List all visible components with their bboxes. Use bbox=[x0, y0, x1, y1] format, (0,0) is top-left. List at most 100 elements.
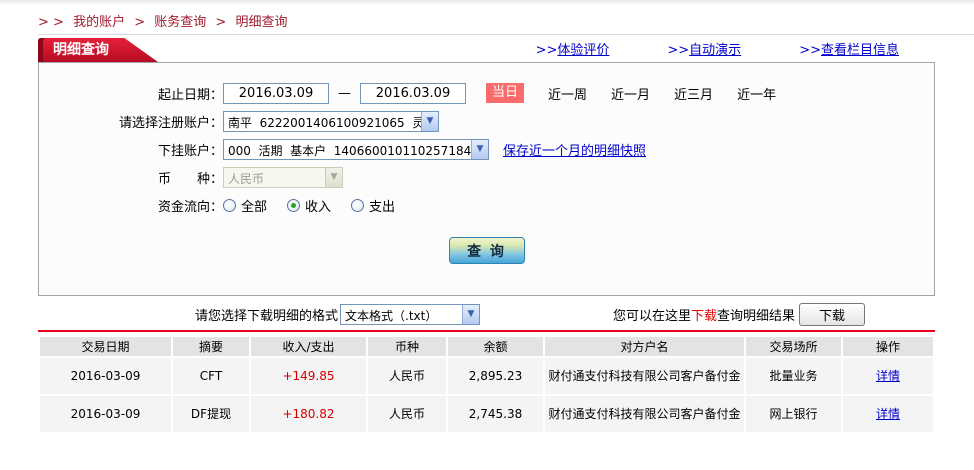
cell-amount: +180.82 bbox=[251, 396, 366, 432]
cell-amount: +149.85 bbox=[251, 358, 366, 394]
link-prefix: >> bbox=[667, 43, 690, 58]
download-hint-after: 查询明细结果 bbox=[716, 308, 795, 324]
header-amount: 收入/支出 bbox=[251, 337, 366, 356]
cell-place: 批量业务 bbox=[746, 358, 841, 394]
flow-option-label: 收入 bbox=[305, 199, 332, 215]
flow-option-label: 全部 bbox=[241, 199, 268, 215]
register-account-select[interactable]: 南平 6222001406100921065 灵通卡 ▼ bbox=[223, 110, 439, 132]
breadcrumb-prefix: > > bbox=[38, 15, 64, 30]
chevron-down-icon: ▼ bbox=[462, 304, 480, 324]
date-range-row: 起止日期： — 当日 近一周 近一月 近三月 近一年 bbox=[39, 79, 934, 107]
chevron-down-icon: ▼ bbox=[421, 111, 438, 131]
cell-balance: 2,895.23 bbox=[448, 358, 543, 394]
header-action: 操作 bbox=[843, 337, 933, 356]
chevron-down-icon: ▼ bbox=[325, 167, 342, 187]
download-row: 请您选择下载明细的格式 文本格式（.txt） ▼ 您可以在这里 下载 查询明细结果 … bbox=[38, 302, 935, 326]
quick-range-quarter[interactable]: 近三月 bbox=[674, 84, 713, 103]
radio-icon[interactable] bbox=[223, 198, 236, 212]
flow-label: 资金流向： bbox=[157, 199, 223, 215]
link-prefix: >> bbox=[799, 43, 821, 58]
table-header-row: 交易日期 摘要 收入/支出 币种 余额 对方户名 交易场所 操作 bbox=[40, 337, 933, 356]
today-badge[interactable]: 当日 bbox=[486, 83, 525, 103]
date-range-label: 起止日期： bbox=[157, 87, 223, 103]
link-view-column-info[interactable]: >>查看栏目信息 bbox=[799, 39, 899, 58]
tab-detail-query[interactable]: 明细查询 bbox=[38, 38, 158, 62]
cell-summary: DF提现 bbox=[173, 396, 249, 432]
link-label: 自动演示 bbox=[689, 43, 742, 58]
register-account-row: 请选择注册账户： 南平 6222001406100921065 灵通卡 ▼ bbox=[39, 107, 934, 135]
link-prefix: >> bbox=[535, 43, 558, 58]
query-button[interactable]: 查 询 bbox=[448, 237, 525, 264]
breadcrumb: > > 我的账户 > 账务查询 > 明细查询 bbox=[38, 11, 974, 30]
header-place: 交易场所 bbox=[746, 337, 841, 356]
cell-date: 2016-03-09 bbox=[40, 396, 171, 432]
download-button[interactable]: 下载 bbox=[799, 302, 865, 326]
download-hint-link[interactable]: 下载 bbox=[691, 305, 717, 324]
breadcrumb-item-account-query[interactable]: 账务查询 bbox=[154, 15, 206, 30]
cell-currency: 人民币 bbox=[368, 358, 446, 394]
header-counterparty: 对方户名 bbox=[545, 337, 744, 356]
breadcrumb-divider bbox=[38, 34, 974, 35]
cell-summary: CFT bbox=[173, 358, 249, 394]
start-date-input[interactable] bbox=[223, 82, 329, 104]
tab-row: 明细查询 >>体验评价 >>自动演示 >>查看栏目信息 bbox=[38, 38, 935, 62]
quick-range-year[interactable]: 近一年 bbox=[737, 84, 776, 103]
transaction-table: 交易日期 摘要 收入/支出 币种 余额 对方户名 交易场所 操作 2016-03… bbox=[38, 335, 935, 434]
detail-link[interactable]: 详情 bbox=[876, 369, 900, 383]
link-label: 体验评价 bbox=[557, 43, 610, 58]
cell-currency: 人民币 bbox=[368, 396, 446, 432]
sub-account-select[interactable]: 000 活期 基本户 1406600101102571848 ▼ bbox=[223, 138, 489, 160]
radio-icon[interactable] bbox=[287, 198, 301, 212]
currency-label: 币 种： bbox=[157, 171, 223, 187]
breadcrumb-item-detail-query: 明细查询 bbox=[235, 15, 288, 30]
cell-balance: 2,745.38 bbox=[448, 396, 543, 432]
link-auto-demo[interactable]: >>自动演示 bbox=[667, 39, 741, 58]
flow-radio-expense[interactable]: 支出 bbox=[351, 196, 395, 215]
top-links: >>体验评价 >>自动演示 >>查看栏目信息 bbox=[536, 39, 899, 62]
currency-value: 人民币 bbox=[228, 171, 265, 186]
save-monthly-snapshot-link[interactable]: 保存近一个月的明细快照 bbox=[503, 140, 646, 159]
cell-counterparty: 财付通支付科技有限公司客户备付金 bbox=[545, 396, 744, 432]
sub-account-label: 下挂账户： bbox=[157, 143, 223, 159]
header-balance: 余额 bbox=[448, 337, 543, 356]
flow-row: 资金流向： 全部 收入 支出 bbox=[39, 191, 934, 219]
query-button-row: 查 询 bbox=[39, 237, 934, 264]
radio-icon[interactable] bbox=[351, 198, 365, 212]
register-account-value: 南平 6222001406100921065 灵通卡 bbox=[228, 115, 421, 130]
top-strip bbox=[0, 0, 974, 5]
header-summary: 摘要 bbox=[173, 337, 249, 356]
cell-date: 2016-03-09 bbox=[40, 358, 171, 394]
breadcrumb-separator: > bbox=[215, 15, 227, 30]
currency-select-disabled: 人民币 ▼ bbox=[223, 166, 343, 188]
header-date: 交易日期 bbox=[40, 337, 171, 356]
chevron-down-icon: ▼ bbox=[471, 139, 488, 159]
link-experience-rating[interactable]: >>体验评价 bbox=[536, 39, 610, 58]
cell-place: 网上银行 bbox=[746, 396, 841, 432]
red-divider bbox=[38, 330, 935, 332]
flow-radio-income[interactable]: 收入 bbox=[287, 196, 331, 215]
download-format-group: 请您选择下载明细的格式 文本格式（.txt） ▼ bbox=[195, 303, 481, 325]
flow-radio-all[interactable]: 全部 bbox=[223, 196, 267, 215]
cell-counterparty: 财付通支付科技有限公司客户备付金 bbox=[545, 358, 744, 394]
download-format-label: 请您选择下载明细的格式 bbox=[195, 308, 339, 324]
sub-account-row: 下挂账户： 000 活期 基本户 1406600101102571848 ▼ 保… bbox=[39, 135, 934, 163]
download-format-select[interactable]: 文本格式（.txt） ▼ bbox=[340, 303, 481, 325]
end-date-input[interactable] bbox=[360, 82, 466, 104]
download-hint-group: 您可以在这里 下载 查询明细结果 下载 bbox=[612, 302, 865, 326]
quick-range-month[interactable]: 近一月 bbox=[611, 84, 650, 103]
detail-link[interactable]: 详情 bbox=[876, 407, 900, 421]
date-range-dash: — bbox=[338, 85, 351, 101]
register-account-label: 请选择注册账户： bbox=[118, 115, 223, 131]
header-currency: 币种 bbox=[368, 337, 446, 356]
quick-range-week[interactable]: 近一周 bbox=[548, 84, 587, 103]
link-label: 查看栏目信息 bbox=[820, 43, 899, 58]
currency-row: 币 种： 人民币 ▼ bbox=[39, 163, 934, 191]
query-form-panel: 起止日期： — 当日 近一周 近一月 近三月 近一年 请选择注册账户： 南平 6… bbox=[38, 62, 935, 296]
breadcrumb-item-my-account[interactable]: 我的账户 bbox=[73, 15, 125, 30]
download-hint-before: 您可以在这里 bbox=[612, 308, 691, 324]
table-row: 2016-03-09 DF提现 +180.82 人民币 2,745.38 财付通… bbox=[40, 396, 933, 432]
flow-option-label: 支出 bbox=[369, 199, 396, 215]
table-row: 2016-03-09 CFT +149.85 人民币 2,895.23 财付通支… bbox=[40, 358, 933, 394]
sub-account-value: 000 活期 基本户 1406600101102571848 bbox=[228, 143, 471, 158]
download-format-value: 文本格式（.txt） bbox=[345, 308, 438, 323]
